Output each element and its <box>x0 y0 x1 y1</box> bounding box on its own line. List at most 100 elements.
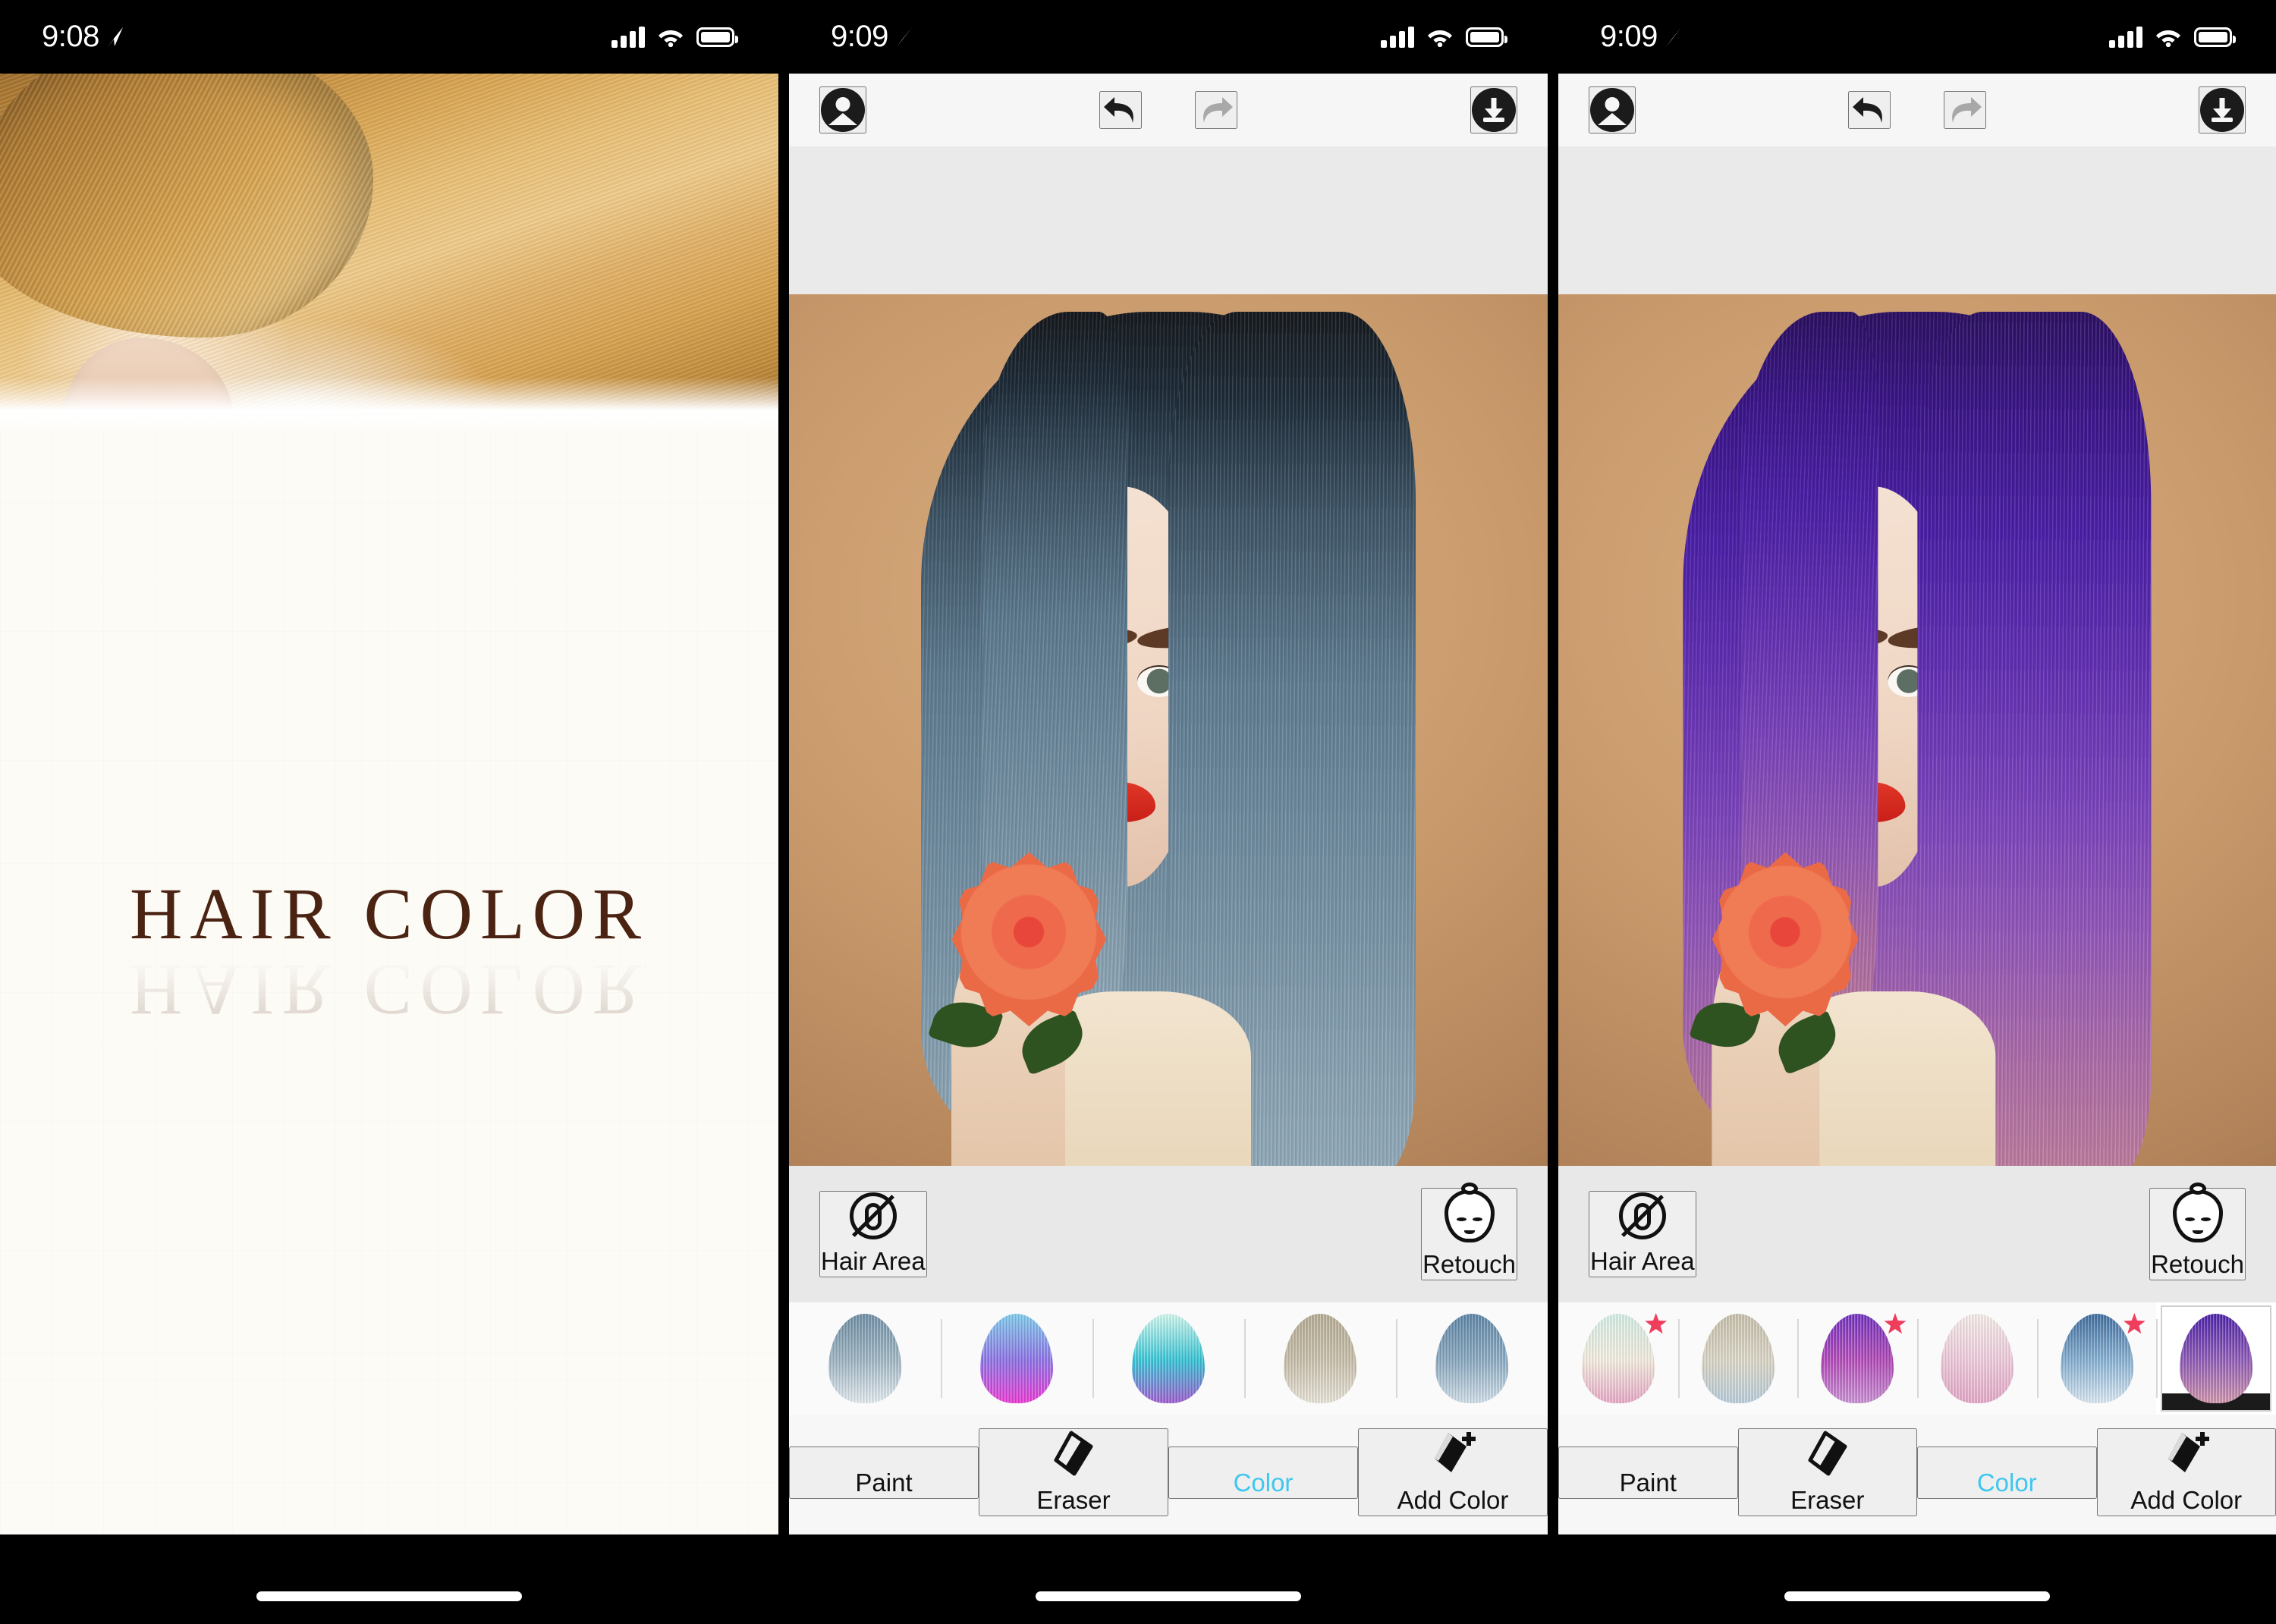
undo-icon <box>1104 97 1133 123</box>
phone-panel-splash: 9:08 HAIR COLOR HAIR COLOR <box>0 0 778 1624</box>
splash-hero-photo <box>0 74 778 430</box>
status-bar-right <box>611 26 738 48</box>
tab-color[interactable]: Color <box>1168 1446 1358 1503</box>
profile-button[interactable] <box>819 86 866 134</box>
editor-screen: Hair Area Retouch Paint Eraser Color Add Co… <box>1558 74 2276 1534</box>
color-swatch-violet-magenta-ombre[interactable] <box>1797 1302 1917 1415</box>
status-time: 9:09 <box>1600 20 1658 53</box>
status-bar: 9:09 <box>789 0 1548 74</box>
hair-area-icon <box>1618 1192 1666 1239</box>
status-bar: 9:09 <box>1558 0 2276 74</box>
profile-button[interactable] <box>1589 86 1636 134</box>
undo-icon <box>1853 97 1882 123</box>
panel-divider-1 <box>778 0 789 1624</box>
rose <box>927 852 1107 1076</box>
undo-button[interactable] <box>1848 91 1891 129</box>
photo-fade <box>0 377 778 430</box>
home-indicator[interactable] <box>1036 1591 1301 1601</box>
status-time: 9:08 <box>42 20 99 53</box>
color-swatch-mint-cyan-violet-ombre[interactable] <box>1092 1302 1244 1415</box>
color-swatch-ash-blonde[interactable] <box>1244 1302 1396 1415</box>
color-swatch-strip[interactable] <box>789 1302 1548 1415</box>
phone-panel-editor-purple: 9:09 Hair Area Retouch Paint Eraser Colo… <box>1558 0 2276 1624</box>
status-bar-right <box>1381 26 1507 48</box>
color-swatch-blue-magenta-ombre[interactable] <box>941 1302 1092 1415</box>
hair-tools-bar: Hair Area Retouch <box>789 1166 1548 1302</box>
hair-area-button[interactable]: Hair Area <box>1589 1191 1696 1277</box>
home-indicator-area <box>789 1542 1548 1624</box>
retouch-icon <box>2172 1183 2223 1242</box>
swatch-hair-strand <box>2180 1314 2253 1403</box>
swatch-hair-strand <box>1132 1314 1205 1403</box>
color-swatch-purple-rose-ombre[interactable] <box>2156 1302 2276 1415</box>
home-indicator[interactable] <box>256 1591 522 1601</box>
undo-redo-group <box>1848 91 1986 129</box>
status-bar-left: 9:09 <box>831 20 913 54</box>
cellular-signal-icon <box>1381 26 1414 48</box>
splash-screen: HAIR COLOR HAIR COLOR <box>0 74 778 1534</box>
home-indicator[interactable] <box>1784 1591 2050 1601</box>
tab-color[interactable]: Color <box>1917 1446 2097 1503</box>
retouch-label: Retouch <box>1422 1250 1516 1278</box>
color-swatch-navy-ice-blue-ombre[interactable] <box>2036 1302 2157 1415</box>
wifi-icon <box>659 30 683 47</box>
color-swatch-ash-silver-blue[interactable] <box>1677 1302 1798 1415</box>
ad-banner-slot <box>1558 146 2276 294</box>
redo-icon <box>1952 97 1982 123</box>
screenshot-stage: 9:08 HAIR COLOR HAIR COLOR 9:09 Hair Are… <box>0 0 2276 1624</box>
redo-button[interactable] <box>1944 91 1986 129</box>
tab-label: Color <box>1233 1468 1294 1497</box>
redo-button[interactable] <box>1195 91 1237 129</box>
photo-canvas[interactable] <box>1558 294 2276 1166</box>
hair-tools-bar: Hair Area Retouch <box>1558 1166 2276 1302</box>
status-bar-left: 9:09 <box>1600 20 1683 54</box>
model-figure <box>910 311 1426 1166</box>
retouch-button[interactable]: Retouch <box>1421 1183 1517 1280</box>
page-title: HAIR COLOR <box>129 873 649 954</box>
add-color-icon <box>2162 1430 2211 1477</box>
tab-paint[interactable]: Paint <box>789 1446 979 1503</box>
rose <box>1689 852 1859 1075</box>
hair-swirl-shape <box>0 74 374 338</box>
battery-full-icon <box>1466 27 1507 47</box>
add-color-icon <box>1429 1430 1477 1477</box>
undo-button[interactable] <box>1099 91 1142 129</box>
status-bar-right <box>2109 26 2236 48</box>
color-swatch-steel-blue-ombre[interactable] <box>789 1302 941 1415</box>
cellular-signal-icon <box>611 26 645 48</box>
status-time: 9:09 <box>831 20 888 53</box>
hair-area-button[interactable]: Hair Area <box>819 1191 927 1277</box>
tab-label: Paint <box>855 1468 913 1497</box>
eraser-icon <box>1052 1430 1096 1477</box>
save-button[interactable] <box>1470 86 1517 134</box>
ad-banner-slot <box>789 146 1548 294</box>
tab-eraser[interactable]: Eraser <box>979 1428 1168 1516</box>
swatch-hair-strand <box>1701 1314 1775 1403</box>
tab-eraser[interactable]: Eraser <box>1737 1428 1917 1516</box>
status-bar-left: 9:08 <box>42 20 124 54</box>
eraser-icon <box>1806 1430 1850 1477</box>
page-title-reflection: HAIR COLOR <box>129 950 649 1031</box>
swatch-hair-strand <box>828 1314 901 1403</box>
tab-add-color[interactable]: Add Color <box>2096 1428 2276 1516</box>
cellular-signal-icon <box>2109 26 2142 48</box>
tab-paint[interactable]: Paint <box>1558 1446 1738 1503</box>
photo-canvas[interactable] <box>789 294 1548 1166</box>
location-arrow-icon <box>107 27 123 47</box>
top-toolbar <box>1558 74 2276 146</box>
retouch-button[interactable]: Retouch <box>2149 1183 2246 1280</box>
save-button[interactable] <box>2199 86 2246 134</box>
swatch-hair-strand <box>1581 1314 1655 1403</box>
retouch-icon <box>1444 1183 1495 1242</box>
status-bar: 9:08 <box>0 0 778 74</box>
panel-divider-2 <box>1548 0 1558 1624</box>
tab-add-color[interactable]: Add Color <box>1358 1428 1548 1516</box>
profile-icon <box>821 88 865 132</box>
swatch-hair-strand <box>980 1314 1053 1403</box>
bottom-tab-bar: Paint Eraser Color Add Color <box>1558 1415 2276 1534</box>
color-swatch-denim-blue[interactable] <box>1396 1302 1548 1415</box>
color-swatch-strip[interactable] <box>1558 1302 2276 1415</box>
swatch-hair-strand <box>1821 1314 1894 1403</box>
color-swatch-mint-cream-pink-ombre[interactable] <box>1558 1302 1678 1415</box>
color-swatch-cream-pink-ombre[interactable] <box>1917 1302 2037 1415</box>
